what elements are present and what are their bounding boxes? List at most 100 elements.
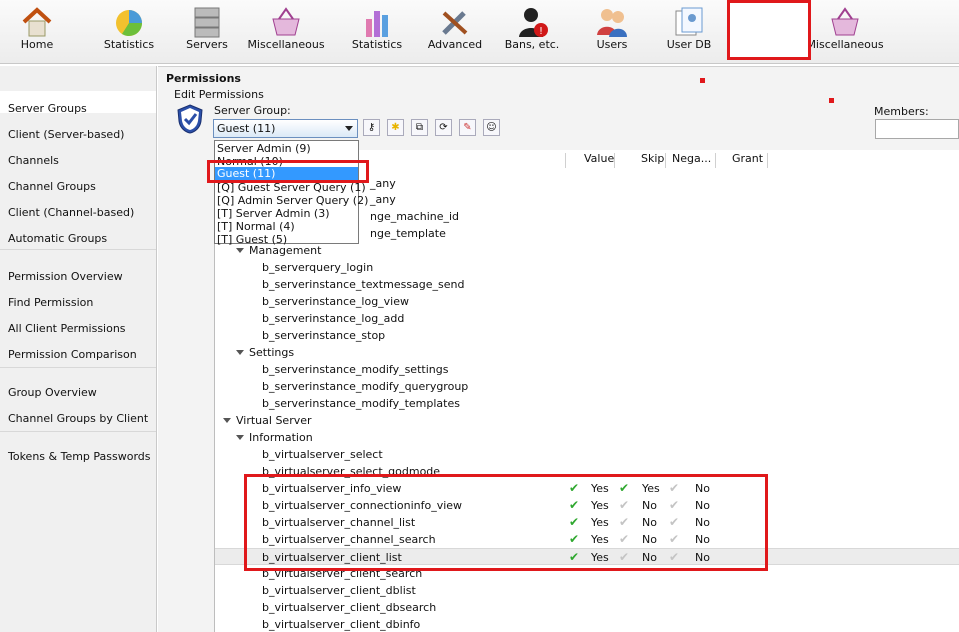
permission-name: b_serverinstance_stop xyxy=(262,329,386,342)
svg-text:!: ! xyxy=(539,26,543,37)
home-icon xyxy=(20,5,54,39)
expand-triangle-icon[interactable] xyxy=(236,350,244,355)
sidebar-item-tokens-temp-passwords[interactable]: Tokens & Temp Passwords xyxy=(8,450,151,463)
permission-row[interactable]: b_virtualserver_select xyxy=(215,446,959,463)
tree-category-row[interactable]: Settings xyxy=(215,344,959,361)
tree-row-partial[interactable]: nge_template xyxy=(370,225,446,242)
key-icon-button[interactable]: ⚷ xyxy=(363,119,380,136)
toolbar-user-db-button[interactable]: User DB xyxy=(649,0,729,64)
toolbar-label: User DB xyxy=(666,38,712,51)
sidebar-item-channels[interactable]: Channels xyxy=(8,154,59,167)
refresh-icon-button[interactable]: ⟳ xyxy=(435,119,452,136)
highlight-permissions-tab xyxy=(727,0,811,60)
basket-icon xyxy=(269,5,303,39)
sidebar-item-client-server-based[interactable]: Client (Server-based) xyxy=(8,128,124,141)
dropdown-option[interactable]: [T] Guest (5) xyxy=(217,233,287,246)
members-list[interactable] xyxy=(875,119,959,139)
permission-row[interactable]: b_serverinstance_log_view xyxy=(215,293,959,310)
column-header-skip[interactable]: Skip xyxy=(641,152,664,169)
dropdown-option[interactable]: [T] Normal (4) xyxy=(217,220,295,233)
permission-name: b_serverquery_login xyxy=(262,261,374,274)
main-toolbar: Home Statistics Servers Miscellaneous Statis… xyxy=(0,0,959,64)
permission-row[interactable]: b_serverquery_login xyxy=(215,259,959,276)
permission-row[interactable]: b_serverinstance_textmessage_send xyxy=(215,276,959,293)
sidebar-item-server-groups[interactable]: Server Groups xyxy=(8,102,87,115)
toolbar-label: Advanced xyxy=(427,38,483,51)
permission-row[interactable]: b_serverinstance_stop xyxy=(215,327,959,344)
tree-category-row[interactable]: Management xyxy=(215,242,959,259)
permission-name: b_serverinstance_textmessage_send xyxy=(262,278,465,291)
tree-row-partial[interactable]: _any xyxy=(370,175,396,192)
toolbar-label: Users xyxy=(596,38,628,51)
users-permission-icon-button[interactable]: ☺ xyxy=(483,119,500,136)
tree-category-row[interactable]: Virtual Server xyxy=(215,412,959,429)
sidebar-item-channel-groups-by-client[interactable]: Channel Groups by Client xyxy=(8,412,148,425)
red-marker xyxy=(829,98,834,103)
permission-name: Settings xyxy=(249,346,295,359)
column-header-value[interactable]: Value xyxy=(584,152,614,169)
server-group-select[interactable]: Guest (11) xyxy=(213,119,358,138)
toolbar-label: Bans, etc. xyxy=(504,38,560,51)
toolbar-statistics-button[interactable]: Statistics xyxy=(337,0,417,64)
toolbar-miscellaneous-button[interactable]: Miscellaneous xyxy=(246,0,326,64)
column-separator xyxy=(565,153,566,168)
toolbar-users-button[interactable]: Users xyxy=(572,0,652,64)
tree-row-partial[interactable]: _any xyxy=(370,191,396,208)
toolbar-statistics-button[interactable]: Statistics xyxy=(89,0,169,64)
permission-name: b_virtualserver_client_dbinfo xyxy=(262,618,421,631)
members-label: Members: xyxy=(874,105,929,118)
permission-name: b_serverinstance_log_view xyxy=(262,295,410,308)
dropdown-option[interactable]: Server Admin (9) xyxy=(217,142,311,155)
sidebar-item-group-overview[interactable]: Group Overview xyxy=(8,386,97,399)
toolbar-label: Servers xyxy=(186,38,228,51)
tree-category-row[interactable]: Information xyxy=(215,429,959,446)
column-separator xyxy=(665,153,666,168)
permission-name: b_serverinstance_modify_querygroup xyxy=(262,380,469,393)
sidebar-divider xyxy=(0,431,156,432)
toolbar-bans-etc-button[interactable]: ! Bans, etc. xyxy=(492,0,572,64)
toolbar-miscellaneous-button[interactable]: Miscellaneous xyxy=(805,0,885,64)
expand-triangle-icon[interactable] xyxy=(223,418,231,423)
red-marker xyxy=(700,78,705,83)
column-separator xyxy=(715,153,716,168)
expand-triangle-icon[interactable] xyxy=(236,248,244,253)
tree-row-partial[interactable]: nge_machine_id xyxy=(370,208,459,225)
permission-name: b_virtualserver_select xyxy=(262,448,383,461)
expand-triangle-icon[interactable] xyxy=(236,435,244,440)
sidebar-item-find-permission[interactable]: Find Permission xyxy=(8,296,93,309)
sidebar-item-automatic-groups[interactable]: Automatic Groups xyxy=(8,232,107,245)
toolbar-home-button[interactable]: Home xyxy=(0,0,77,64)
edit-icon-button[interactable]: ✎ xyxy=(459,119,476,136)
permission-name: b_serverinstance_log_add xyxy=(262,312,405,325)
sidebar-item-permission-comparison[interactable]: Permission Comparison xyxy=(8,348,137,361)
toolbar-label: Miscellaneous xyxy=(806,38,884,51)
permission-row[interactable]: b_virtualserver_client_dbinfo xyxy=(215,616,959,632)
sidebar-item-channel-groups[interactable]: Channel Groups xyxy=(8,180,96,193)
permission-row[interactable]: b_serverinstance_log_add xyxy=(215,310,959,327)
dropdown-option[interactable]: [Q] Admin Server Query (2) xyxy=(217,194,368,207)
permission-row[interactable]: b_serverinstance_modify_querygroup xyxy=(215,378,959,395)
column-header-grant[interactable]: Grant xyxy=(732,152,763,169)
sparkle-icon-button[interactable]: ✱ xyxy=(387,119,404,136)
copy-icon-button[interactable]: ⧉ xyxy=(411,119,428,136)
dropdown-option[interactable]: [T] Server Admin (3) xyxy=(217,207,330,220)
permission-row[interactable]: b_serverinstance_modify_settings xyxy=(215,361,959,378)
toolbar-advanced-button[interactable]: Advanced xyxy=(415,0,495,64)
permission-name: b_virtualserver_client_dblist xyxy=(262,584,416,597)
sidebar-item-permission-overview[interactable]: Permission Overview xyxy=(8,270,123,283)
column-header-negate[interactable]: Nega... xyxy=(672,152,711,169)
user-db-icon xyxy=(672,5,706,39)
sidebar-item-all-client-permissions[interactable]: All Client Permissions xyxy=(8,322,126,335)
highlight-guest-option xyxy=(207,160,369,183)
permission-row[interactable]: b_virtualserver_client_dbsearch xyxy=(215,599,959,616)
bar-chart-icon xyxy=(360,5,394,39)
sidebar: Server Groups Client (Server-based) Channe… xyxy=(0,66,157,632)
basket-icon xyxy=(828,5,862,39)
toolbar-servers-button[interactable]: Servers xyxy=(167,0,247,64)
permission-row[interactable]: b_virtualserver_client_dblist xyxy=(215,582,959,599)
server-icon xyxy=(190,5,224,39)
sidebar-item-client-channel-based[interactable]: Client (Channel-based) xyxy=(8,206,134,219)
permission-row[interactable]: b_serverinstance_modify_templates xyxy=(215,395,959,412)
toolbar-label: Home xyxy=(20,38,54,51)
server-group-dropdown[interactable]: Server Admin (9) Normal (10) Guest (11) [Q]… xyxy=(214,140,368,246)
